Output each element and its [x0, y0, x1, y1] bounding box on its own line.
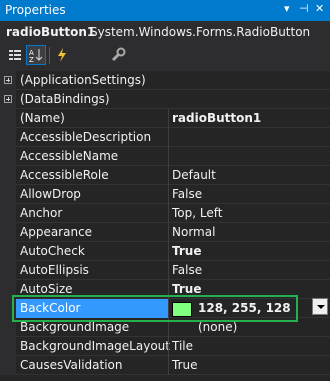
property-value[interactable]: 128, 255, 128 [198, 301, 291, 315]
property-value[interactable]: True [172, 244, 201, 258]
window-title: Properties [5, 3, 66, 17]
toolbar-separator [49, 47, 50, 64]
column-divider [168, 204, 169, 223]
alphabetical-icon[interactable]: AZ [26, 45, 46, 65]
dropdown-icon[interactable]: ▾ [284, 2, 290, 15]
property-value[interactable]: True [172, 282, 201, 296]
categorized-icon[interactable] [6, 46, 24, 64]
property-value[interactable]: False [172, 263, 202, 277]
row-gutter [0, 109, 16, 128]
row-gutter [0, 280, 16, 299]
column-divider [168, 299, 169, 318]
property-row[interactable]: BackgroundImageLayout Tile [0, 337, 330, 356]
column-divider [168, 223, 169, 242]
property-row[interactable]: AutoCheck True [0, 242, 330, 261]
column-divider [168, 242, 169, 261]
property-row[interactable]: AllowDrop False [0, 185, 330, 204]
property-name: AccessibleName [20, 149, 119, 163]
property-name: AccessibleDescription [20, 130, 152, 144]
svg-text:Z: Z [29, 56, 34, 64]
property-row[interactable]: AccessibleRole Default [0, 166, 330, 185]
property-value[interactable]: Tile [172, 339, 193, 353]
property-name: AllowDrop [20, 187, 81, 201]
row-gutter [0, 185, 16, 204]
property-row[interactable]: (ApplicationSettings) [0, 71, 330, 90]
property-row[interactable]: AutoEllipsis False [0, 261, 330, 280]
row-gutter [0, 242, 16, 261]
property-row[interactable]: BackgroundImage (none) [0, 318, 330, 337]
property-name: BackgroundImageLayout [20, 339, 170, 353]
column-divider [168, 337, 169, 356]
properties-titlebar: Properties ▾ ⊣ ✕ [0, 0, 330, 21]
column-divider [168, 185, 169, 204]
property-row[interactable]: (Name) radioButton1 [0, 109, 330, 128]
column-divider [168, 356, 169, 375]
property-row-selected[interactable]: BackColor 128, 255, 128 [0, 299, 330, 318]
property-name: AutoEllipsis [20, 263, 89, 277]
property-name: (DataBindings) [20, 92, 110, 106]
property-row[interactable]: Appearance Normal [0, 223, 330, 242]
expand-plus-icon[interactable] [4, 95, 12, 103]
property-grid: (ApplicationSettings) (DataBindings) (Na… [0, 71, 330, 381]
properties-toolbar: AZ [0, 43, 330, 68]
column-divider [168, 147, 169, 166]
property-name: (Name) [20, 111, 65, 125]
property-name: Anchor [20, 206, 63, 220]
column-divider [168, 128, 169, 147]
column-divider [168, 261, 169, 280]
object-name: radioButton1 [6, 25, 96, 39]
object-type: System.Windows.Forms.RadioButton [90, 25, 311, 39]
property-value[interactable]: True [172, 358, 198, 372]
row-gutter [0, 318, 16, 337]
object-selector[interactable]: radioButton1 System.Windows.Forms.RadioB… [0, 21, 330, 43]
property-row[interactable]: AutoSize True [0, 280, 330, 299]
property-value[interactable]: radioButton1 [172, 111, 261, 125]
row-gutter [0, 299, 16, 318]
row-gutter [0, 261, 16, 280]
row-gutter [0, 356, 16, 375]
property-row[interactable]: AccessibleDescription [0, 128, 330, 147]
column-divider [168, 109, 169, 128]
property-name: AutoCheck [20, 244, 85, 258]
property-name: BackgroundImage [20, 320, 130, 334]
close-icon[interactable]: ✕ [315, 2, 324, 15]
property-pages-wrench-icon[interactable] [109, 46, 127, 64]
property-value[interactable]: Default [172, 168, 216, 182]
property-row[interactable]: (DataBindings) [0, 90, 330, 109]
property-row[interactable]: Anchor Top, Left [0, 204, 330, 223]
row-gutter [0, 147, 16, 166]
property-name: Appearance [20, 225, 93, 239]
property-name: AccessibleRole [20, 168, 109, 182]
column-divider [168, 280, 169, 299]
property-value[interactable]: Top, Left [172, 206, 222, 220]
row-gutter [0, 128, 16, 147]
pin-icon[interactable]: ⊣ [299, 2, 309, 15]
events-lightning-icon[interactable] [53, 46, 71, 64]
property-value[interactable]: False [172, 187, 202, 201]
property-name: BackColor [20, 301, 81, 315]
color-swatch [172, 302, 192, 317]
column-divider [168, 166, 169, 185]
row-gutter [0, 223, 16, 242]
row-gutter [0, 204, 16, 223]
property-row[interactable]: CausesValidation True [0, 356, 330, 375]
row-gutter [0, 337, 16, 356]
property-name: CausesValidation [20, 358, 123, 372]
expand-plus-icon[interactable] [4, 76, 12, 84]
property-value[interactable]: (none) [198, 320, 237, 334]
column-divider [168, 318, 169, 337]
dropdown-arrow-button[interactable] [312, 298, 328, 315]
property-name: (ApplicationSettings) [20, 73, 146, 87]
row-gutter [0, 166, 16, 185]
property-name: AutoSize [20, 282, 73, 296]
property-value[interactable]: Normal [172, 225, 215, 239]
property-row[interactable]: AccessibleName [0, 147, 330, 166]
